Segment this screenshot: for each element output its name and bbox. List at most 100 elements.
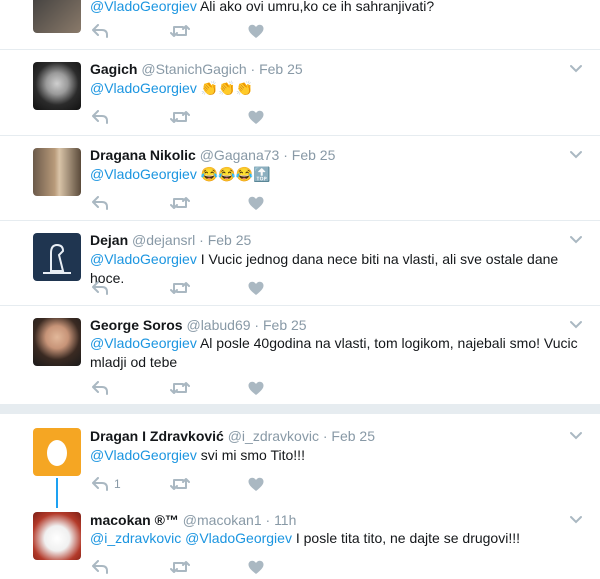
reply-button[interactable]: [92, 194, 108, 212]
user-handle[interactable]: @dejansrl: [132, 232, 195, 248]
mention-link[interactable]: @VladoGeorgiev: [90, 80, 197, 96]
separator-dot: ·: [322, 428, 328, 444]
user-name[interactable]: Dejan: [90, 232, 128, 248]
retweet-button[interactable]: [170, 558, 190, 576]
reply-icon: [92, 281, 108, 295]
heart-icon: [248, 560, 264, 574]
user-handle[interactable]: @labud69: [186, 317, 250, 333]
timestamp[interactable]: 11h: [274, 512, 296, 528]
reply-icon: [92, 477, 108, 491]
tweet[interactable]: Dragana Nikolic @Gagana73 · Feb 25 @Vlad…: [0, 136, 600, 221]
reply-button[interactable]: 1: [92, 475, 121, 493]
avatar[interactable]: [33, 62, 81, 110]
retweet-button[interactable]: [170, 194, 190, 212]
user-name[interactable]: George Soros: [90, 317, 183, 333]
chevron-down-icon[interactable]: [569, 233, 583, 247]
retweet-button[interactable]: [170, 279, 190, 297]
like-button[interactable]: [248, 279, 264, 297]
tweet[interactable]: George Soros @labud69 · Feb 25 @VladoGeo…: [0, 306, 600, 404]
conversation-separator: [0, 404, 600, 414]
tweet-text: @VladoGeorgiev Ali ako ovi umru,ko ce ih…: [90, 0, 435, 14]
retweet-button[interactable]: [170, 108, 190, 126]
separator-dot: ·: [265, 512, 271, 528]
user-handle[interactable]: @Gagana73: [200, 147, 280, 163]
chevron-down-icon[interactable]: [569, 148, 583, 162]
chevron-down-icon[interactable]: [569, 429, 583, 443]
retweet-button[interactable]: [170, 379, 190, 397]
user-handle[interactable]: @StanichGagich: [141, 61, 246, 77]
mention-link[interactable]: @VladoGeorgiev: [90, 447, 197, 463]
heart-icon: [248, 381, 264, 395]
tweet[interactable]: Gagich @StanichGagich · Feb 25 @VladoGeo…: [0, 50, 600, 136]
separator-dot: ·: [283, 147, 288, 163]
mention-link[interactable]: @i_zdravkovic @VladoGeorgiev: [90, 530, 292, 546]
reply-count: 1: [114, 477, 121, 491]
like-button[interactable]: [248, 194, 264, 212]
avatar[interactable]: [33, 512, 81, 560]
timestamp[interactable]: Feb 25: [263, 317, 307, 333]
timestamp[interactable]: Feb 25: [259, 61, 303, 77]
mention-link[interactable]: @VladoGeorgiev: [90, 335, 197, 351]
tweet-header: Dejan @dejansrl · Feb 25: [90, 232, 251, 248]
like-button[interactable]: [248, 379, 264, 397]
avatar[interactable]: [33, 318, 81, 366]
reply-icon: [92, 381, 108, 395]
separator-dot: ·: [254, 317, 260, 333]
retweet-button[interactable]: [170, 475, 190, 493]
tweet-text: @VladoGeorgiev Al posle 40godina na vlas…: [90, 335, 578, 370]
user-handle[interactable]: @macokan1: [183, 512, 262, 528]
tweet[interactable]: macokan ®™ @macokan1 · 11h @i_zdravkovic…: [0, 500, 600, 579]
chevron-down-icon[interactable]: [569, 513, 583, 527]
mention-link[interactable]: @VladoGeorgiev: [90, 251, 197, 267]
tweet-text: @VladoGeorgiev svi mi smo Tito!!!: [90, 447, 305, 463]
like-button[interactable]: [248, 475, 264, 493]
avatar[interactable]: [33, 428, 81, 476]
reply-icon: [92, 24, 108, 38]
reply-button[interactable]: [92, 108, 108, 126]
tweet-header: Gagich @StanichGagich · Feb 25: [90, 61, 303, 77]
retweet-icon: [170, 111, 190, 123]
user-name[interactable]: Dragana Nikolic: [90, 147, 196, 163]
timestamp[interactable]: Feb 25: [292, 147, 336, 163]
timestamp[interactable]: Feb 25: [208, 232, 252, 248]
chevron-down-icon[interactable]: [569, 318, 583, 332]
timestamp[interactable]: Feb 25: [331, 428, 375, 444]
tweet[interactable]: Dejan @dejansrl · Feb 25 @VladoGeorgiev …: [0, 221, 600, 306]
reply-icon: [92, 196, 108, 210]
separator-dot: ·: [199, 232, 204, 248]
tweet-header: Dragana Nikolic @Gagana73 · Feb 25: [90, 147, 335, 163]
user-name[interactable]: macokan ®™: [90, 512, 179, 528]
like-button[interactable]: [248, 108, 264, 126]
avatar[interactable]: [33, 0, 81, 33]
chevron-down-icon[interactable]: [569, 62, 583, 76]
retweet-button[interactable]: [170, 22, 190, 40]
tweet[interactable]: @VladoGeorgiev Ali ako ovi umru,ko ce ih…: [0, 0, 600, 50]
egg-avatar-icon: [47, 440, 67, 466]
user-name[interactable]: Dragan I Zdravković: [90, 428, 224, 444]
reply-button[interactable]: [92, 279, 108, 297]
reply-button[interactable]: [92, 379, 108, 397]
mention-link[interactable]: @VladoGeorgiev: [90, 166, 197, 182]
user-name[interactable]: Gagich: [90, 61, 137, 77]
user-handle[interactable]: @i_zdravkovic: [228, 428, 319, 444]
tweet-text: @VladoGeorgiev I Vucic jednog dana nece …: [90, 251, 559, 286]
tweet-text: @VladoGeorgiev 👏👏👏: [90, 80, 254, 96]
tweet-header: George Soros @labud69 · Feb 25: [90, 317, 307, 333]
mention-link[interactable]: @VladoGeorgiev: [90, 0, 197, 14]
avatar[interactable]: [33, 233, 81, 281]
heart-icon: [248, 110, 264, 124]
reply-icon: [92, 110, 108, 124]
like-button[interactable]: [248, 558, 264, 576]
heart-icon: [248, 196, 264, 210]
retweet-icon: [170, 561, 190, 573]
like-button[interactable]: [248, 22, 264, 40]
retweet-icon: [170, 197, 190, 209]
heart-icon: [248, 281, 264, 295]
retweet-icon: [170, 282, 190, 294]
tweet[interactable]: Dragan I Zdravković @i_zdravkovic · Feb …: [0, 414, 600, 498]
tweet-text: @i_zdravkovic @VladoGeorgiev I posle tit…: [90, 530, 520, 546]
reply-button[interactable]: [92, 558, 108, 576]
reply-button[interactable]: [92, 22, 108, 40]
avatar[interactable]: [33, 148, 81, 196]
tweet-feed: @VladoGeorgiev Ali ako ovi umru,ko ce ih…: [0, 0, 600, 579]
